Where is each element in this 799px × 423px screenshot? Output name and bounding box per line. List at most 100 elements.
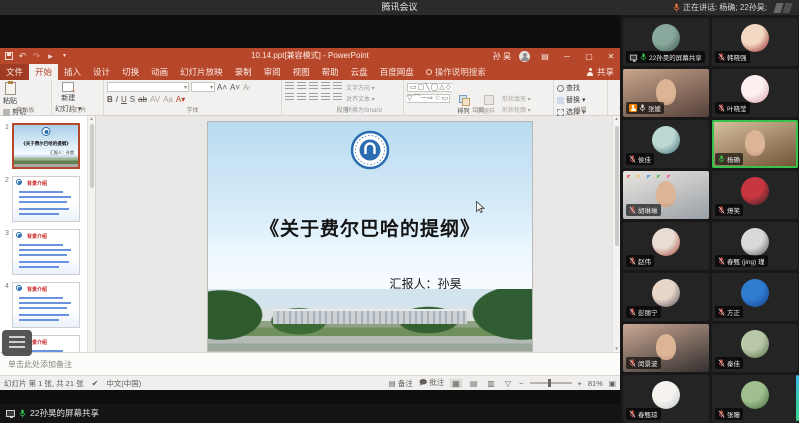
close-icon[interactable]: ✕: [604, 52, 618, 61]
ribbon-tab-11[interactable]: 帮助: [316, 64, 345, 80]
slide-thumbnail-3[interactable]: 3背景介绍: [2, 229, 83, 275]
slide-thumbnail-image[interactable]: 背景介绍: [12, 176, 80, 222]
reading-view-icon[interactable]: ▥: [485, 379, 497, 388]
change-case-button[interactable]: Aa: [163, 95, 173, 104]
account-avatar[interactable]: [519, 51, 530, 62]
line-spacing-icon[interactable]: [333, 82, 342, 90]
thumbnail-scrollbar[interactable]: ▴: [87, 116, 95, 352]
participant-name: 张媛: [648, 103, 661, 113]
shape-fill-button[interactable]: 形状填充 ▾: [502, 94, 538, 103]
grow-font-icon[interactable]: A˄: [217, 83, 227, 92]
zoom-slider[interactable]: [530, 382, 572, 384]
zoom-level[interactable]: 81%: [588, 379, 603, 388]
participant-avatar: [741, 279, 769, 307]
notes-pane[interactable]: 单击此处添加备注: [0, 352, 620, 375]
participant-tile-2[interactable]: 韩晓强: [712, 18, 798, 66]
italic-button[interactable]: I: [116, 95, 118, 104]
bold-button[interactable]: B: [107, 95, 113, 104]
ribbon-tab-7[interactable]: 幻灯片放映: [174, 64, 229, 80]
bullets-icon[interactable]: [285, 82, 294, 90]
participant-video: [745, 130, 765, 156]
zoom-in-icon[interactable]: +: [578, 379, 582, 388]
annotation-toolbar[interactable]: [2, 330, 32, 356]
ribbon-tab-12[interactable]: 云盘: [345, 64, 374, 80]
participant-name-label: 张媛: [626, 102, 664, 114]
participant-tile-13[interactable]: 闵景波: [623, 324, 709, 372]
font-size-select[interactable]: [191, 82, 215, 92]
spellcheck-icon[interactable]: ✔: [92, 379, 99, 388]
participant-tile-9[interactable]: 赵伟: [623, 222, 709, 270]
zoom-out-icon[interactable]: −: [519, 379, 523, 388]
ribbon-group-font: A˄A˅A̷ B I U S ab AV Aa A▾ 字体: [104, 80, 282, 115]
slide-thumbnail-2[interactable]: 2背景介绍: [2, 176, 83, 222]
participant-tile-6[interactable]: 杨确: [712, 120, 798, 168]
language-status[interactable]: 中文(中国): [106, 378, 141, 389]
align-center-icon[interactable]: [297, 93, 306, 101]
slide-thumbnail-1[interactable]: 1《关于费尔巴哈的提纲》汇报人：孙昊: [2, 123, 83, 169]
ribbon-tab-5[interactable]: 切换: [116, 64, 145, 80]
align-text-button[interactable]: 对齐文本 ▾: [346, 94, 382, 103]
participant-name: 侯佳: [638, 154, 651, 164]
ribbon-tab-2[interactable]: 开始: [29, 64, 58, 80]
participant-tile-1[interactable]: 22孙昊的屏幕共享: [623, 18, 709, 66]
justify-icon[interactable]: [321, 93, 330, 101]
comments-toggle[interactable]: 🗩 批注: [419, 377, 444, 390]
screen-share-banner[interactable]: 22孙昊的屏幕共享: [6, 407, 99, 419]
fit-to-window-icon[interactable]: ▣: [609, 379, 616, 388]
participant-tile-12[interactable]: 方正: [712, 273, 798, 321]
shadow-button[interactable]: S: [130, 95, 135, 104]
participant-tile-8[interactable]: 燎笑: [712, 171, 798, 219]
indent-increase-icon[interactable]: [321, 82, 330, 90]
ribbon-tab-10[interactable]: 视图: [287, 64, 316, 80]
shrink-font-icon[interactable]: A˅: [230, 83, 240, 92]
find-button[interactable]: 查找: [557, 83, 586, 93]
underline-button[interactable]: U: [121, 95, 127, 104]
participant-tile-16[interactable]: 张瞳: [712, 375, 798, 423]
columns-icon[interactable]: [333, 93, 342, 101]
ribbon-tab-13[interactable]: 百度网盘: [374, 64, 420, 80]
participant-tile-5[interactable]: 侯佳: [623, 120, 709, 168]
align-right-icon[interactable]: [309, 93, 318, 101]
participant-tile-4[interactable]: 叶晓莹: [712, 69, 798, 117]
paste-button[interactable]: 粘贴: [3, 82, 17, 106]
ribbon-tab-9[interactable]: 审阅: [258, 64, 287, 80]
normal-view-icon[interactable]: ▦: [450, 379, 462, 388]
strikethrough-button[interactable]: ab: [138, 95, 147, 104]
restore-icon[interactable]: ▢: [582, 52, 596, 61]
clear-format-icon[interactable]: A̷: [243, 83, 248, 92]
text-direction-button[interactable]: 文字方向 ▾: [346, 83, 382, 92]
font-color-button[interactable]: A▾: [176, 95, 185, 104]
numbering-icon[interactable]: [297, 82, 306, 90]
slideshow-view-icon[interactable]: ▽: [503, 379, 513, 388]
notes-toggle[interactable]: ▤ 备注: [389, 378, 413, 389]
font-name-select[interactable]: [107, 82, 189, 92]
ribbon-tab-6[interactable]: 动画: [145, 64, 174, 80]
meeting-bottombar: 22孙昊的屏幕共享: [0, 404, 620, 423]
slide-thumbnail-image[interactable]: 背景介绍: [12, 229, 80, 275]
tell-me-search[interactable]: 操作说明搜索: [420, 64, 492, 80]
replace-button[interactable]: 替换 ▾: [557, 95, 586, 105]
char-spacing-button[interactable]: AV: [150, 95, 160, 104]
ribbon-tab-3[interactable]: 插入: [58, 64, 87, 80]
ribbon-tab-8[interactable]: 录制: [229, 64, 258, 80]
participant-tile-11[interactable]: 彭丽宁: [623, 273, 709, 321]
slide-thumbnail-image[interactable]: 《关于费尔巴哈的提纲》汇报人：孙昊: [12, 123, 80, 169]
participant-tile-10[interactable]: 春甄 (jing) 瑾: [712, 222, 798, 270]
ribbon-tab-4[interactable]: 设计: [87, 64, 116, 80]
participant-tile-15[interactable]: 春甄琼: [623, 375, 709, 423]
slide-sorter-icon[interactable]: ▤: [468, 379, 480, 388]
slide[interactable]: 《关于费尔巴哈的提纲》 汇报人：孙昊: [208, 122, 532, 351]
participant-tile-3[interactable]: 张媛: [623, 69, 709, 117]
indent-decrease-icon[interactable]: [309, 82, 318, 90]
slide-thumbnail-image[interactable]: 背景介绍: [12, 282, 80, 328]
ppt-share-button[interactable]: 共享: [587, 64, 614, 80]
align-left-icon[interactable]: [285, 93, 294, 101]
slide-thumbnail-4[interactable]: 4背景介绍: [2, 282, 83, 328]
ribbon-tab-1[interactable]: 文件: [0, 64, 29, 80]
slide-scrollbar[interactable]: ▴▾: [612, 116, 620, 352]
minimize-icon[interactable]: ─: [560, 52, 574, 61]
shape-gallery[interactable]: ▭▢╲◯△◇▽⌒─⇨☆▭: [407, 83, 452, 103]
participant-tile-7[interactable]: 胡琳琳: [623, 171, 709, 219]
ribbon-display-icon[interactable]: ▤: [538, 52, 552, 61]
participant-tile-14[interactable]: 秦佳: [712, 324, 798, 372]
